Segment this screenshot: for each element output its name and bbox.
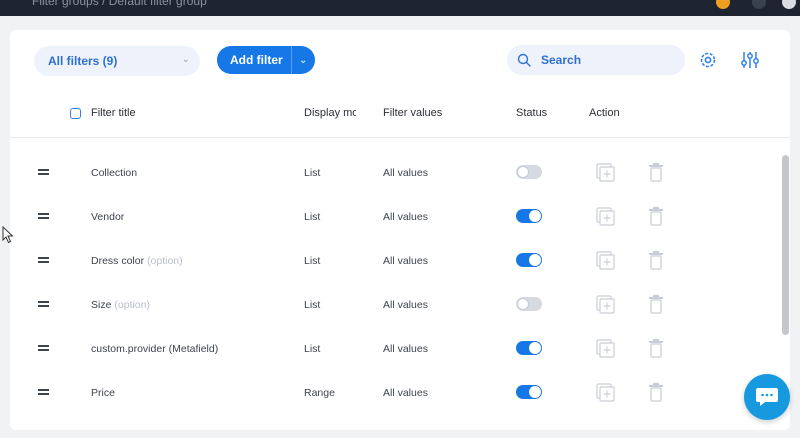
display-mode: Range (304, 387, 335, 399)
header-action: Action (589, 107, 620, 119)
filter-values: All values (383, 343, 428, 355)
filter-title[interactable]: Price (91, 387, 115, 399)
notification-icon[interactable] (716, 0, 730, 9)
filter-title-text: Size (91, 299, 112, 311)
display-mode: List (304, 211, 321, 223)
filters-card: All filters (9) ⌄ Add filter ⌄ Filter ti… (10, 30, 790, 430)
filters-dropdown[interactable]: All filters (9) ⌄ (34, 46, 200, 76)
filter-values: All values (383, 167, 428, 179)
filter-title[interactable]: Vendor (91, 211, 124, 223)
search-icon (517, 53, 531, 67)
help-icon[interactable] (752, 0, 766, 9)
select-all-checkbox[interactable] (70, 108, 81, 119)
header-filter-values[interactable]: Filter values (383, 107, 442, 119)
drag-handle-icon[interactable] (38, 345, 49, 351)
table-header: Filter title Display mo Filter values St… (10, 90, 790, 138)
add-filter-button[interactable]: Add filter ⌄ (217, 46, 315, 74)
scrollbar-thumb[interactable] (782, 155, 789, 335)
gear-icon[interactable] (698, 50, 718, 70)
mouse-cursor-icon (2, 226, 14, 244)
header-display-mode[interactable]: Display mo (304, 107, 356, 119)
drag-handle-icon[interactable] (38, 257, 49, 263)
filter-title[interactable]: custom.provider (Metafield) (91, 343, 218, 355)
chat-icon (756, 388, 778, 406)
trash-icon[interactable] (648, 382, 664, 407)
status-toggle[interactable] (516, 385, 542, 399)
table-row[interactable]: Vendor List All values (10, 198, 782, 242)
trash-icon[interactable] (648, 250, 664, 275)
search-input[interactable] (541, 53, 661, 67)
filter-title-text: Vendor (91, 211, 125, 223)
toggle-knob (529, 386, 541, 398)
status-toggle[interactable] (516, 297, 542, 311)
filter-values: All values (383, 387, 428, 399)
status-toggle[interactable] (516, 253, 542, 267)
top-bar: Filter groups / Default filter group (0, 0, 800, 16)
toggle-knob (529, 254, 541, 266)
table-row[interactable]: Price Range All values (10, 374, 782, 418)
filter-title[interactable]: Dress color (option) (91, 255, 183, 267)
table-row[interactable]: Size (option) List All values (10, 286, 782, 330)
table-row[interactable]: custom.provider (Metafield) List All value… (10, 330, 782, 374)
filters-dropdown-label: All filters (9) (48, 54, 118, 68)
filter-values: All values (383, 255, 428, 267)
duplicate-icon[interactable] (596, 207, 616, 232)
chevron-down-icon[interactable]: ⌄ (292, 55, 307, 66)
drag-handle-icon[interactable] (38, 213, 49, 219)
sliders-icon[interactable] (740, 50, 760, 70)
filter-title[interactable]: Collection (91, 167, 137, 179)
status-toggle[interactable] (516, 165, 542, 179)
drag-handle-icon[interactable] (38, 169, 49, 175)
display-mode: List (304, 299, 321, 311)
duplicate-icon[interactable] (596, 163, 616, 188)
status-toggle[interactable] (516, 209, 542, 223)
toggle-knob (517, 298, 529, 310)
display-mode: List (304, 255, 321, 267)
header-filter-title[interactable]: Filter title (91, 107, 136, 119)
header-status[interactable]: Status (516, 107, 547, 119)
breadcrumb: Filter groups / Default filter group (32, 0, 207, 8)
status-toggle[interactable] (516, 341, 542, 355)
trash-icon[interactable] (648, 294, 664, 319)
chevron-down-icon: ⌄ (181, 54, 190, 65)
avatar[interactable] (782, 0, 796, 9)
duplicate-icon[interactable] (596, 251, 616, 276)
filter-title-text: Price (91, 387, 115, 399)
filter-title-suffix: (option) (114, 299, 150, 311)
duplicate-icon[interactable] (596, 339, 616, 364)
filter-title-suffix: (option) (147, 255, 183, 267)
trash-icon[interactable] (648, 338, 664, 363)
trash-icon[interactable] (648, 206, 664, 231)
filter-title[interactable]: Size (option) (91, 299, 150, 311)
drag-handle-icon[interactable] (38, 389, 49, 395)
add-filter-label: Add filter (230, 53, 283, 67)
duplicate-icon[interactable] (596, 295, 616, 320)
toggle-knob (529, 342, 541, 354)
filter-values: All values (383, 211, 428, 223)
trash-icon[interactable] (648, 162, 664, 187)
filter-title-text: Collection (91, 167, 138, 179)
drag-handle-icon[interactable] (38, 301, 49, 307)
toggle-knob (517, 166, 529, 178)
toggle-knob (529, 210, 541, 222)
chat-button[interactable] (744, 374, 790, 420)
filter-title-text: Dress color (91, 255, 145, 267)
display-mode: List (304, 167, 321, 179)
table-row[interactable]: Dress color (option) List All values (10, 242, 782, 286)
search-box[interactable] (507, 45, 685, 75)
filter-values: All values (383, 299, 428, 311)
duplicate-icon[interactable] (596, 383, 616, 408)
table-row[interactable]: Collection List All values (10, 154, 782, 198)
filter-title-text: custom.provider (Metafield) (91, 343, 219, 355)
display-mode: List (304, 343, 321, 355)
